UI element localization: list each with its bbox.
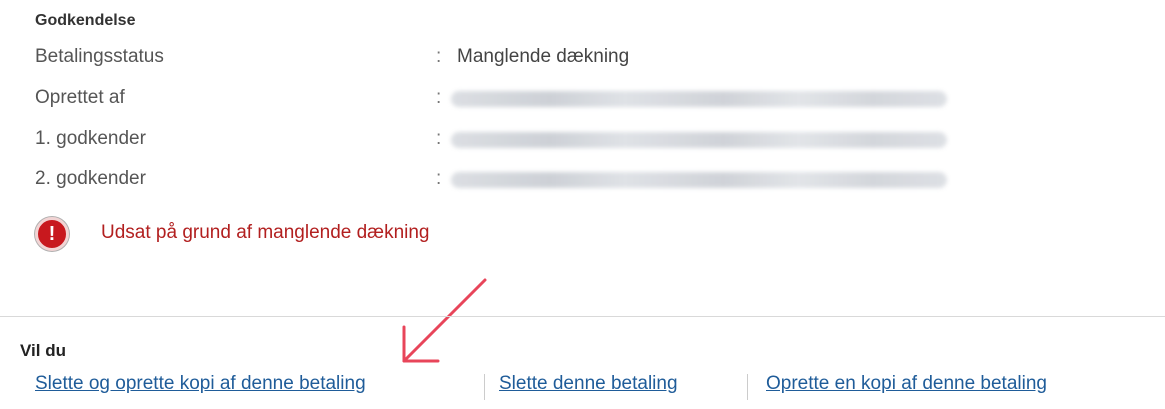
actions-bar: Slette og oprette kopi af denne betaling… (35, 373, 1145, 403)
detail-row-payment-status: Betalingsstatus : Manglende dækning (35, 46, 1035, 74)
detail-label: 2. godkender (35, 168, 146, 189)
delete-payment-link[interactable]: Slette denne betaling (499, 373, 678, 395)
detail-row-created-by: Oprettet af : (35, 87, 1035, 115)
link-separator (747, 374, 748, 400)
detail-separator: : (436, 168, 442, 189)
error-alert: ! Udsat på grund af manglende dækning (35, 215, 735, 255)
detail-separator: : (436, 46, 442, 67)
alert-message: Udsat på grund af manglende dækning (101, 222, 430, 243)
detail-label: 1. godkender (35, 128, 146, 149)
link-separator (484, 374, 485, 400)
redacted-value (451, 132, 947, 148)
detail-row-first-approver: 1. godkender : (35, 128, 1035, 156)
detail-row-second-approver: 2. godkender : (35, 168, 1035, 196)
detail-label: Oprettet af (35, 87, 125, 108)
copy-payment-link[interactable]: Oprette en kopi af denne betaling (766, 373, 1047, 395)
exclamation-icon: ! (35, 217, 69, 251)
redacted-value (451, 172, 947, 188)
delete-and-copy-payment-link[interactable]: Slette og oprette kopi af denne betaling (35, 373, 366, 395)
section-title: Godkendelse (35, 12, 136, 29)
detail-label: Betalingsstatus (35, 46, 164, 67)
redacted-value (451, 91, 947, 107)
detail-separator: : (436, 128, 442, 149)
detail-separator: : (436, 87, 442, 108)
actions-heading: Vil du (20, 341, 66, 360)
detail-value: Manglende dækning (457, 46, 630, 67)
section-divider (0, 316, 1165, 317)
arrow-icon (402, 278, 487, 363)
